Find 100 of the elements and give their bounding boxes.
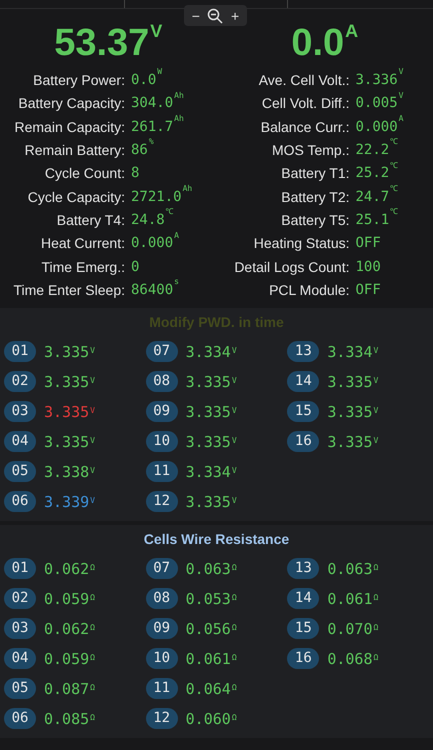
stat-value: 304.0$^{Ah}$	[131, 93, 184, 114]
stat-label: Time Emerg.:	[40, 258, 126, 277]
stat-value: 86$^{%}$	[131, 140, 154, 160]
cell-number-badge: 15	[287, 401, 320, 422]
cell-value: 3.335$^{V}$	[327, 432, 378, 453]
cell-value: 3.335$^{V}$	[44, 432, 95, 453]
cell-number-badge: 13	[287, 341, 320, 362]
cell-number-badge: 14	[287, 588, 320, 610]
stat-label: Battery T4:	[56, 210, 126, 230]
stat-value: 24.7$^{℃}$	[356, 186, 398, 207]
cell-value: 3.334$^{V}$	[327, 342, 378, 363]
cell-number-badge: 16	[287, 648, 320, 670]
stat-label: Ave. Cell Volt.:	[258, 71, 350, 90]
cell-number-badge: 16	[287, 431, 320, 452]
cell-number-badge: 10	[146, 431, 178, 452]
cell-number-badge: 13	[287, 558, 320, 580]
cell-value: 0.068$^{Ω}$	[327, 648, 378, 670]
cell-number-badge: 03	[4, 401, 36, 422]
section-title: Cells Wire Resistance	[142, 530, 290, 549]
cell-number-badge: 02	[4, 371, 36, 392]
stat-label: Detail Logs Count:	[233, 258, 350, 277]
cell-value: 0.056$^{Ω}$	[186, 618, 237, 640]
stat-label: Cycle Count:	[44, 164, 126, 184]
cell-number-badge: 09	[146, 401, 178, 422]
stat-value: 0.0$^{W}$	[131, 70, 162, 90]
cell-value: 0.059$^{Ω}$	[44, 648, 95, 670]
cell-value: 0.064$^{Ω}$	[186, 678, 237, 700]
cell-value: 3.338$^{V}$	[44, 462, 95, 483]
zoom-icon	[207, 8, 224, 24]
cell-number-badge: 15	[287, 618, 320, 640]
stat-value: 0.000$^{A}$	[356, 116, 404, 137]
cell-value: 3.335$^{V}$	[186, 492, 237, 513]
cell-value: 3.335$^{V}$	[186, 372, 237, 393]
stat-label: Remain Capacity:	[14, 118, 126, 137]
stat-label: Time Enter Sleep:	[12, 280, 126, 300]
cell-value: 0.085$^{Ω}$	[44, 708, 95, 730]
cell-number-badge: 04	[4, 431, 36, 452]
cell-value: 0.060$^{Ω}$	[186, 708, 237, 730]
cell-number-badge: 12	[146, 491, 178, 512]
cell-number-badge: 06	[4, 708, 36, 730]
stat-value: 86400$^{s}$	[131, 280, 179, 300]
cell-value: 0.063$^{Ω}$	[186, 558, 237, 580]
stat-value: OFF	[356, 280, 381, 300]
stat-value: 22.2$^{℃}$	[356, 140, 398, 160]
cell-value: 0.062$^{Ω}$	[44, 558, 95, 580]
cell-value: 3.335$^{V}$	[44, 402, 95, 423]
cell-number-badge: 11	[146, 678, 178, 700]
stat-value: OFF	[356, 234, 381, 254]
stat-label: Battery T2:	[280, 188, 350, 207]
cell-value: 0.059$^{Ω}$	[44, 588, 95, 610]
stat-label: PCL Module:	[268, 280, 350, 300]
cell-number-badge: 10	[146, 648, 178, 670]
stat-value: 24.8$^{℃}$	[131, 210, 174, 230]
cell-number-badge: 05	[4, 678, 36, 700]
cell-number-badge: 07	[146, 558, 178, 580]
stat-value: 8	[131, 164, 140, 184]
zoom-out-button[interactable]: −	[192, 8, 200, 22]
cell-number-badge: 09	[146, 618, 178, 640]
cell-number-badge: 04	[4, 648, 36, 670]
zoom-in-button[interactable]: +	[231, 8, 240, 22]
stat-label: MOS Temp.:	[270, 141, 350, 160]
cell-value: 3.335$^{V}$	[186, 432, 237, 453]
cell-value: 3.335$^{V}$	[186, 402, 237, 423]
stat-label: Battery T1:	[280, 164, 350, 184]
stat-label: Battery Capacity:	[17, 94, 126, 114]
stat-value: 100	[356, 258, 381, 277]
cell-value: 0.061$^{Ω}$	[327, 588, 378, 610]
cell-number-badge: 03	[4, 618, 36, 640]
cell-value: 3.335$^{V}$	[44, 372, 95, 393]
cell-value: 3.339$^{V}$	[44, 492, 95, 513]
cell-number-badge: 11	[146, 461, 178, 482]
cell-number-badge: 12	[146, 708, 178, 730]
stat-value: 3.336$^{V}$	[356, 70, 404, 90]
cell-value: 3.335$^{V}$	[327, 372, 378, 393]
stat-value: 25.2$^{℃}$	[356, 163, 398, 184]
cell-number-badge: 14	[287, 371, 320, 392]
stat-label: Remain Battery:	[24, 141, 126, 160]
cell-value: 0.063$^{Ω}$	[327, 558, 378, 580]
stat-value: 25.1$^{℃}$	[356, 210, 398, 230]
stat-label: Heat Current:	[40, 234, 126, 254]
stat-label: Cell Volt. Diff.:	[260, 94, 350, 114]
cell-value: 0.070$^{Ω}$	[327, 618, 378, 640]
stat-label: Heating Status:	[252, 234, 350, 254]
cell-number-badge: 01	[4, 558, 36, 580]
cell-value: 3.335$^{V}$	[44, 342, 95, 363]
cell-value: 0.062$^{Ω}$	[44, 618, 95, 640]
cell-value: 3.335$^{V}$	[327, 402, 378, 423]
stat-value: 2721.0$^{Ah}$	[131, 186, 192, 207]
cell-value: 0.061$^{Ω}$	[186, 648, 237, 670]
stat-value: 0.000$^{A}$	[131, 233, 179, 254]
stat-value: 261.7$^{Ah}$	[131, 116, 184, 137]
cell-value: 0.053$^{Ω}$	[186, 588, 237, 610]
cell-number-badge: 05	[4, 461, 36, 482]
stat-label: Battery Power:	[32, 71, 126, 90]
stat-value: 0	[131, 258, 140, 277]
stat-label: Balance Curr.:	[260, 118, 350, 137]
cell-number-badge: 02	[4, 588, 36, 610]
cell-value: 3.334$^{V}$	[186, 342, 237, 363]
cell-number-badge: 07	[146, 341, 178, 362]
cell-value: 3.334$^{V}$	[186, 462, 237, 483]
